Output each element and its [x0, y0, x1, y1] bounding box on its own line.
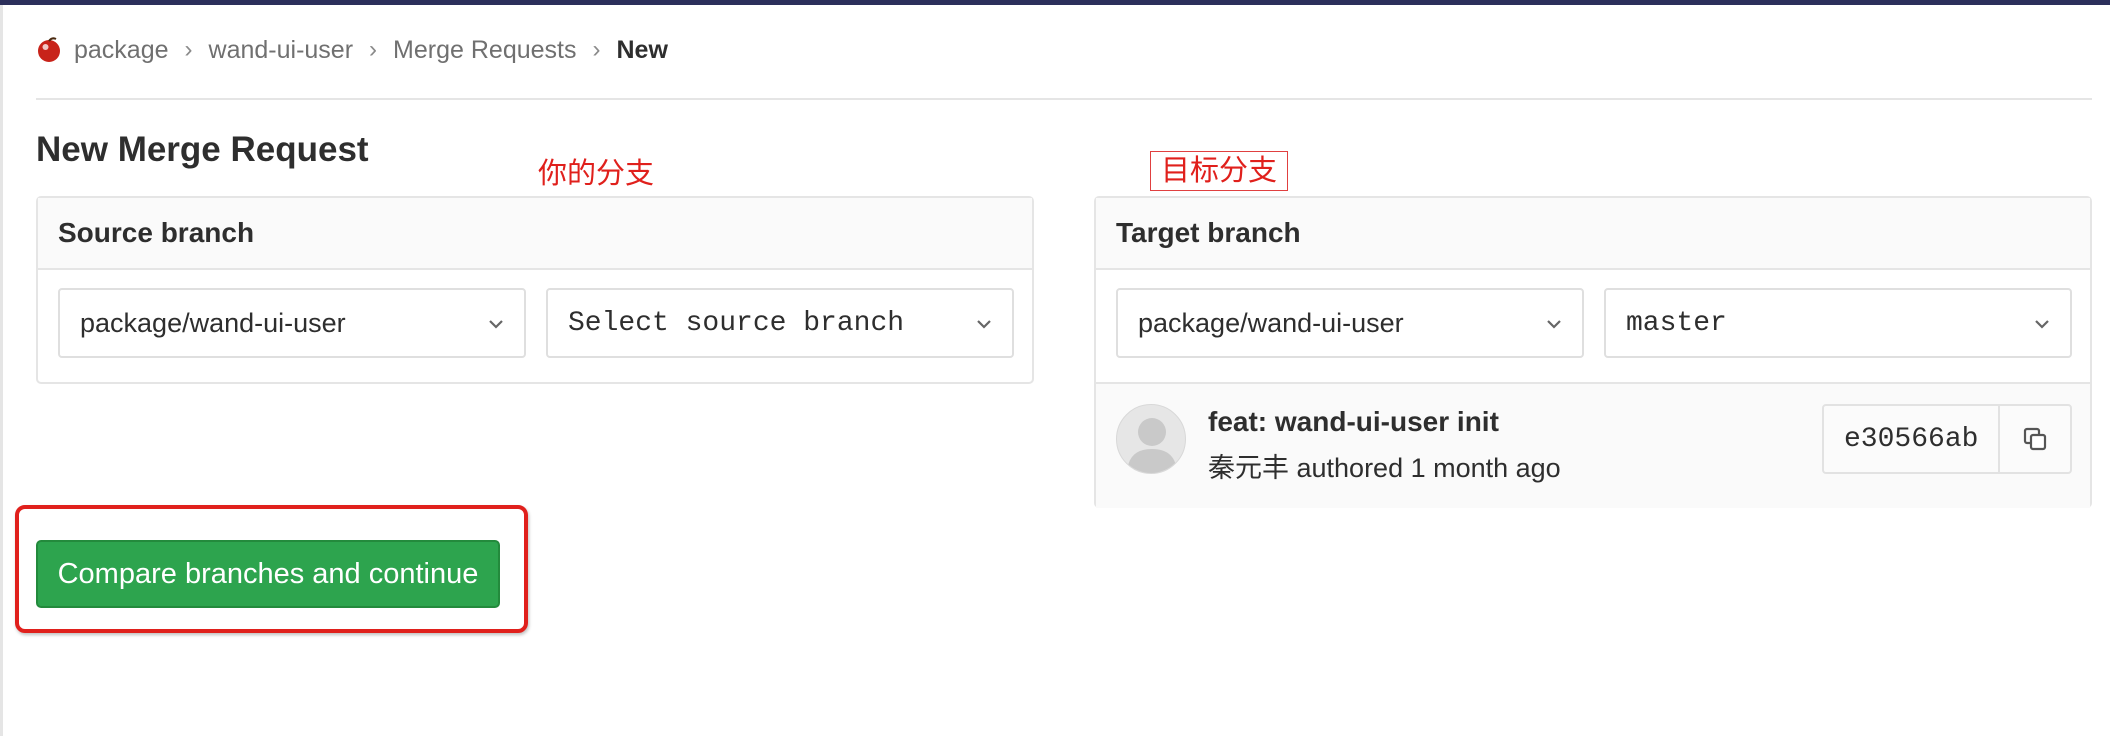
- target-project-dropdown[interactable]: package/wand-ui-user: [1116, 288, 1584, 358]
- target-project-value: package/wand-ui-user: [1138, 307, 1404, 338]
- source-project-dropdown[interactable]: package/wand-ui-user: [58, 288, 526, 358]
- breadcrumb-separator: ›: [369, 36, 378, 63]
- chevron-down-icon: [489, 320, 503, 329]
- copy-sha-button[interactable]: [2000, 406, 2070, 472]
- breadcrumb-item-merge-requests[interactable]: Merge Requests: [393, 36, 576, 65]
- chevron-down-icon: [977, 320, 991, 329]
- copy-icon: [2024, 427, 2047, 451]
- source-project-value: package/wand-ui-user: [80, 307, 346, 338]
- breadcrumb-separator: ›: [184, 36, 193, 63]
- commit-sha-group: e30566ab: [1822, 404, 2073, 474]
- target-branch-header: Target branch: [1096, 198, 2090, 270]
- source-branch-panel: Source branch package/wand-ui-user Selec…: [36, 196, 1034, 384]
- top-bar: [0, 0, 2110, 5]
- project-logo-icon[interactable]: [36, 37, 62, 63]
- left-edge: [0, 5, 3, 736]
- breadcrumb: package › wand-ui-user › Merge Requests …: [36, 30, 668, 70]
- latest-commit-row: feat: wand-ui-user init 秦元丰 authored 1 m…: [1096, 382, 2090, 508]
- target-branch-dropdown[interactable]: master: [1604, 288, 2072, 358]
- page-title: New Merge Request: [36, 130, 369, 169]
- breadcrumb-current: New: [616, 35, 668, 64]
- source-branch-header: Source branch: [38, 198, 1032, 270]
- target-branch-panel: Target branch package/wand-ui-user maste…: [1094, 196, 2092, 508]
- avatar-placeholder-icon: [1127, 418, 1177, 473]
- compare-branches-button[interactable]: Compare branches and continue: [36, 540, 500, 608]
- header-divider: [36, 98, 2092, 100]
- chevron-down-icon: [2035, 320, 2049, 329]
- breadcrumb-item-package[interactable]: package: [74, 36, 169, 65]
- breadcrumb-item-project[interactable]: wand-ui-user: [209, 36, 354, 65]
- source-branch-dropdown[interactable]: Select source branch: [546, 288, 1014, 358]
- target-branch-value: master: [1626, 307, 1727, 339]
- source-branch-placeholder: Select source branch: [568, 307, 905, 339]
- commit-title[interactable]: feat: wand-ui-user init: [1208, 406, 1499, 438]
- annotation-target: 目标分支: [1150, 151, 1289, 191]
- annotation-source: 你的分支: [538, 158, 655, 190]
- avatar[interactable]: [1116, 404, 1186, 474]
- commit-sha[interactable]: e30566ab: [1824, 406, 2001, 472]
- commit-meta: 秦元丰 authored 1 month ago: [1208, 453, 1561, 483]
- breadcrumb-separator: ›: [592, 36, 601, 63]
- chevron-down-icon: [1547, 320, 1561, 329]
